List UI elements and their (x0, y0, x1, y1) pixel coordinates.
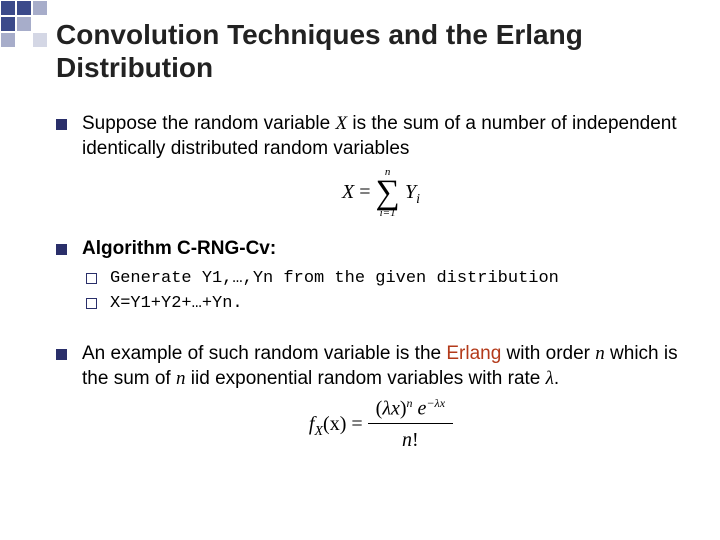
algorithm-title: Algorithm C-RNG-Cv: (82, 238, 276, 259)
eq-equals: = (354, 181, 375, 203)
fraction: (λx)n e−λx n! (368, 397, 453, 453)
den-n: n (402, 429, 412, 451)
eq-rhs-Y: Y (405, 181, 416, 203)
denominator: n! (368, 424, 453, 453)
text: Suppose the random variable (82, 113, 336, 134)
sigma-icon: ∑ (375, 176, 399, 210)
algo-step-sum: X=Y1+Y2+…+Yn. (82, 293, 680, 316)
pdf-sub-X: X (314, 424, 323, 439)
text: iid exponential random variables with ra… (186, 368, 546, 389)
var-n: n (595, 343, 605, 364)
bullet-intro: Suppose the random variable X is the sum… (56, 112, 680, 219)
eq-rhs-sub: i (416, 192, 420, 207)
equation-sum: X = n ∑ i=1 Yi (82, 167, 680, 219)
lambda-x: λx (382, 398, 400, 420)
factorial: ! (412, 429, 419, 451)
text: . (554, 368, 559, 389)
bullet-list: Suppose the random variable X is the sum… (56, 112, 680, 453)
algorithm-steps: Generate Y1,…,Yn from the given distribu… (82, 268, 680, 316)
corner-decoration (0, 0, 48, 48)
var-n: n (176, 368, 186, 389)
bullet-algorithm: Algorithm C-RNG-Cv: Generate Y1,…,Yn fro… (56, 237, 680, 316)
algo-step-generate: Generate Y1,…,Yn from the given distribu… (82, 268, 680, 291)
text: An example of such random variable is th… (82, 343, 446, 364)
bullet-erlang-example: An example of such random variable is th… (56, 342, 680, 453)
sigma-notation: n ∑ i=1 (375, 167, 399, 219)
slide-title: Convolution Techniques and the Erlang Di… (56, 18, 680, 84)
var-lambda: λ (546, 368, 554, 389)
pow-n: n (407, 396, 413, 410)
numerator: (λx)n e−λx (368, 397, 453, 424)
slide: Convolution Techniques and the Erlang Di… (0, 0, 720, 540)
erlang-term: Erlang (446, 343, 501, 364)
var-X: X (336, 113, 348, 134)
eq-lhs: X (342, 181, 354, 203)
paren-close: ) (400, 398, 407, 420)
text: with order (501, 343, 595, 364)
pdf-arg: (x) = (323, 413, 368, 435)
equation-erlang-pdf: fX(x) = (λx)n e−λx n! (82, 397, 680, 453)
e-pow: −λx (426, 396, 445, 410)
